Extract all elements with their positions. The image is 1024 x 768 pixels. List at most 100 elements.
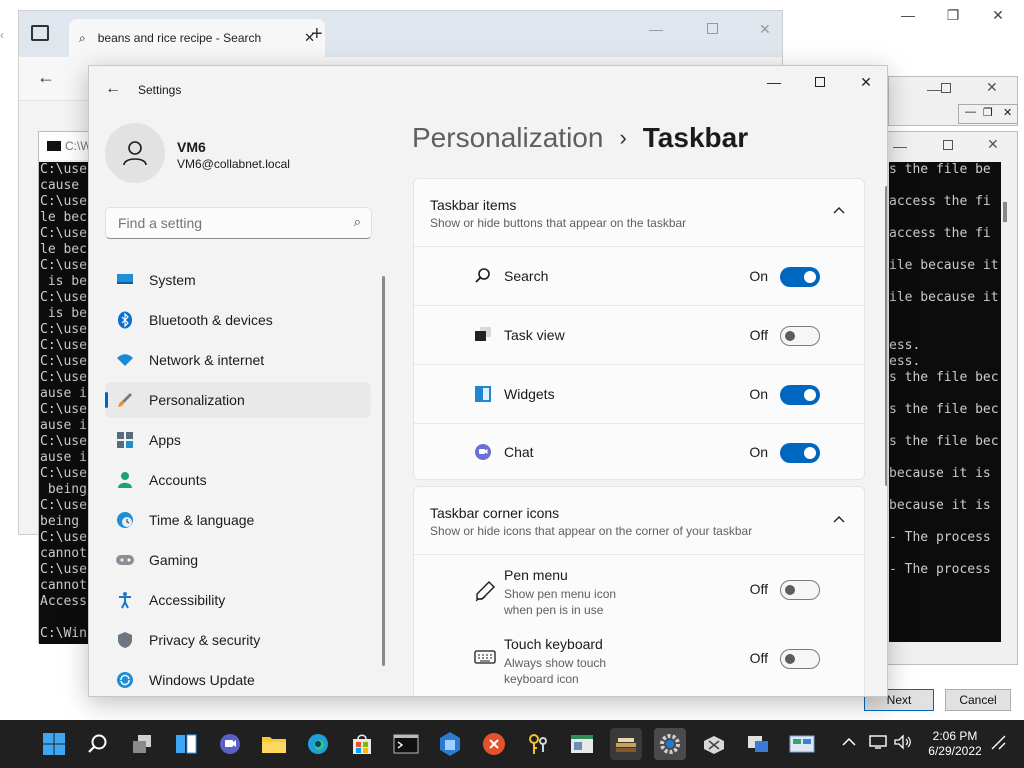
background-close-button[interactable]: ✕ bbox=[975, 0, 1021, 30]
chevron-up-icon[interactable] bbox=[832, 203, 846, 218]
sidebar-item-gaming[interactable]: Gaming bbox=[105, 542, 371, 578]
app-button-8[interactable] bbox=[786, 728, 818, 760]
app-button-4[interactable] bbox=[566, 728, 598, 760]
app-button-2[interactable] bbox=[478, 728, 510, 760]
app-button-1[interactable] bbox=[434, 728, 466, 760]
terminal-button[interactable] bbox=[390, 728, 422, 760]
sidebar-item-apps[interactable]: Apps bbox=[105, 422, 371, 458]
search-box[interactable]: ⌕ bbox=[105, 207, 372, 239]
folder-icon bbox=[262, 737, 286, 753]
browser-close-button[interactable]: ✕ bbox=[759, 21, 771, 38]
app-button-3[interactable] bbox=[522, 728, 554, 760]
console-back-minimize[interactable]: — bbox=[927, 81, 941, 97]
toggle-switch[interactable] bbox=[780, 384, 820, 405]
sidebar-item-accessibility[interactable]: Accessibility bbox=[105, 582, 371, 618]
toggle-switch[interactable] bbox=[780, 442, 820, 463]
console-right-maximize[interactable] bbox=[943, 140, 953, 150]
chevron-up-icon[interactable] bbox=[832, 511, 846, 527]
remote-desktop-icon bbox=[748, 736, 768, 752]
setting-label: Widgets bbox=[504, 385, 555, 402]
corner-icons-title: Taskbar corner icons bbox=[430, 505, 560, 521]
browser-minimize-button[interactable]: — bbox=[649, 21, 663, 37]
keyboard-icon bbox=[474, 649, 496, 668]
toggle-switch[interactable] bbox=[780, 580, 820, 600]
settings-button[interactable] bbox=[654, 728, 686, 760]
terminal-icon bbox=[393, 734, 419, 754]
sidebar-item-accounts[interactable]: Accounts bbox=[105, 462, 371, 498]
widgets-icon bbox=[474, 385, 492, 406]
cancel-button[interactable]: Cancel bbox=[945, 689, 1011, 711]
sidebar-item-label: Network & internet bbox=[149, 352, 265, 368]
volume-icon[interactable] bbox=[893, 734, 913, 753]
setting-label: Chat bbox=[504, 443, 534, 460]
sidebar-item-label: Apps bbox=[149, 432, 181, 448]
file-explorer-button[interactable] bbox=[258, 728, 290, 760]
setting-label: Pen menu bbox=[504, 567, 568, 583]
console-back-close[interactable]: ✕ bbox=[986, 79, 998, 96]
sidebar-item-label: Privacy & security bbox=[149, 632, 261, 648]
content-scrollbar[interactable] bbox=[885, 186, 887, 486]
sidebar-item-label: Bluetooth & devices bbox=[149, 312, 273, 328]
task-view-button[interactable] bbox=[126, 728, 158, 760]
console-right-text: s the file be access the fi access the f… bbox=[889, 162, 1001, 642]
toggle-switch[interactable] bbox=[780, 649, 820, 669]
app-button-7[interactable] bbox=[742, 728, 774, 760]
background-minimize-button[interactable]: — bbox=[885, 0, 931, 30]
mini-minimize-icon[interactable]: — bbox=[965, 106, 976, 118]
background-restore-button[interactable]: ❐ bbox=[930, 0, 976, 30]
new-tab-icon[interactable]: + bbox=[311, 23, 323, 46]
mini-close-icon[interactable]: ✕ bbox=[1003, 106, 1012, 119]
chat-button[interactable] bbox=[214, 728, 246, 760]
shield-icon bbox=[115, 630, 135, 650]
browser-tab[interactable]: ⌕ beans and rice recipe - Search ✕ bbox=[69, 19, 325, 57]
sidebar-item-time-language[interactable]: Time & language bbox=[105, 502, 371, 538]
sidebar-item-label: Time & language bbox=[149, 512, 255, 528]
sidebar-item-personalization[interactable]: Personalization bbox=[105, 382, 371, 418]
maximize-button[interactable] bbox=[797, 66, 843, 98]
edge-button[interactable] bbox=[302, 728, 334, 760]
sidebar-item-network-internet[interactable]: Network & internet bbox=[105, 342, 371, 378]
chevron-up-icon[interactable] bbox=[841, 735, 857, 751]
sidebar-item-privacy-security[interactable]: Privacy & security bbox=[105, 622, 371, 658]
close-button[interactable]: ✕ bbox=[843, 66, 887, 98]
notification-icon[interactable] bbox=[990, 734, 1008, 755]
search-input[interactable] bbox=[116, 214, 336, 232]
sidebar-item-system[interactable]: System bbox=[105, 262, 371, 298]
nav-scrollbar[interactable] bbox=[382, 276, 385, 666]
toggle-switch[interactable] bbox=[780, 325, 820, 346]
sidebar-item-windows-update[interactable]: Windows Update bbox=[105, 662, 371, 696]
app-button-5[interactable] bbox=[610, 728, 642, 760]
clock[interactable]: 2:06 PM 6/29/2022 bbox=[925, 729, 985, 759]
breadcrumb-parent[interactable]: Personalization bbox=[412, 122, 603, 154]
mini-restore-icon[interactable]: ❐ bbox=[983, 106, 993, 119]
taskbar-items-subtitle: Show or hide buttons that appear on the … bbox=[430, 216, 687, 230]
apps-icon bbox=[115, 430, 135, 450]
maximize-icon bbox=[815, 77, 825, 87]
brush-icon bbox=[115, 390, 135, 410]
back-icon[interactable]: ← bbox=[37, 67, 55, 88]
search-button[interactable] bbox=[82, 728, 114, 760]
app-button-6[interactable] bbox=[698, 728, 730, 760]
browser-maximize-button[interactable] bbox=[707, 23, 718, 34]
widgets-icon bbox=[176, 734, 197, 754]
console-right-close[interactable]: ✕ bbox=[987, 136, 999, 153]
tab-actions-icon[interactable] bbox=[31, 25, 49, 41]
person-icon bbox=[115, 470, 135, 490]
network-icon[interactable] bbox=[869, 734, 887, 753]
minimize-button[interactable]: — bbox=[751, 66, 797, 98]
clock-time: 2:06 PM bbox=[932, 729, 978, 743]
widgets-button[interactable] bbox=[170, 728, 202, 760]
sidebar-item-bluetooth-devices[interactable]: Bluetooth & devices bbox=[105, 302, 371, 338]
console-right-minimize[interactable]: — bbox=[893, 138, 907, 154]
back-icon[interactable]: ← bbox=[105, 80, 121, 98]
avatar[interactable] bbox=[105, 123, 165, 183]
start-button[interactable] bbox=[38, 728, 70, 760]
toggle-switch[interactable] bbox=[780, 266, 820, 287]
console-scrollbar[interactable] bbox=[1003, 202, 1007, 222]
console-back-maximize[interactable] bbox=[941, 83, 951, 93]
windows-logo-icon bbox=[43, 733, 65, 755]
browser-tab-title: beans and rice recipe - Search bbox=[97, 31, 262, 45]
task-view-icon bbox=[133, 735, 151, 753]
toggle-state-label: Off bbox=[749, 326, 768, 343]
store-button[interactable] bbox=[346, 728, 378, 760]
